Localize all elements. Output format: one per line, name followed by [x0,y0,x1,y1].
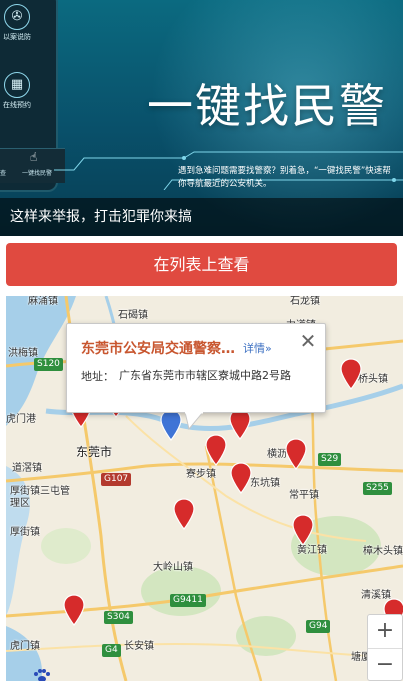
road-shield: G107 [101,473,132,486]
popup-tail [185,412,203,430]
place-label: 常平镇 [289,490,319,501]
popup-address: 广东省东莞市市辖区寮城中路2号路 [119,369,291,382]
place-label: 石碣镇 [118,310,148,321]
place-label: 洪梅镇 [8,348,38,359]
place-label: 桥头镇 [358,374,388,385]
banner-caption: 这样来举报，打击犯罪你来搞 [0,198,403,236]
film-reel-icon: ✇ [4,4,30,30]
popup-title[interactable]: 东莞市公安局交通警察… [81,338,235,358]
banner-description: 遇到急难问题需要找警察？别着急，“一键找民警”快速帮你导航最近的公安机关。 [178,166,391,189]
place-label: 虎门港 [6,414,36,425]
zoom-out-button[interactable]: − [368,648,402,681]
hand-tap-icon: ☝ [30,150,38,164]
map-view[interactable]: 麻涌镇 洪梅镇 石碣镇 石龙镇 虎门港 东莞市 道滘镇 厚街镇三屯管理区 厚街镇… [6,296,403,681]
zoom-control: + − [367,614,403,681]
location-pin-icon[interactable] [205,434,227,466]
phone-item-label: 在线预约 [3,101,31,109]
location-pin-icon[interactable] [292,514,314,546]
place-label: 厚街镇三屯管理区 [10,486,70,509]
bar-right-label: 一键找民警 [22,170,53,177]
road-shield: G94 [306,620,331,633]
place-label: 厚街镇 [10,527,40,538]
place-label: 虎门镇 [10,641,40,652]
place-label: 石龙镇 [290,296,320,307]
info-popup: 东莞市公安局交通警察… 详情» ✕ 地址： 广东省东莞市市辖区寮城中路2号路 [66,323,326,430]
phone-item-online-booking: ▦ 在线预约 [0,72,42,110]
view-in-list-button[interactable]: 在列表上查看 [6,243,397,286]
popup-detail-link[interactable]: 详情» [243,340,272,356]
promo-banner[interactable]: ✇ 以案说防 ▦ 在线预约 查 ☝ 一键找民警 一键找民警 遇到急难问题需要找警… [0,0,403,236]
banner-title: 一键找民警 [147,79,387,133]
location-pin-icon[interactable] [340,358,362,390]
road-shield: S304 [104,611,133,624]
baidu-paw-icon [34,669,50,681]
phone-item-label: 以案说防 [3,33,31,41]
location-pin-icon[interactable] [285,438,307,470]
place-label: 樟木头镇 [363,546,403,557]
road-shield: G4 [102,644,121,657]
phone-item-case-prevention: ✇ 以案说防 [0,4,42,42]
road-shield: S120 [34,358,63,371]
place-label: 东莞市 [76,445,113,459]
place-label: 麻涌镇 [28,296,58,307]
road-shield: G9411 [170,594,206,607]
place-label: 大岭山镇 [153,562,193,573]
location-pin-icon[interactable] [230,462,252,494]
place-label: 寮步镇 [186,469,216,480]
bar-left-label: 查 [0,170,7,177]
place-label: 长安镇 [124,641,154,652]
place-label: 东坑镇 [250,478,280,489]
close-icon[interactable]: ✕ [299,331,317,351]
road-shield: S29 [318,453,342,466]
location-pin-icon[interactable] [63,594,85,626]
zoom-in-button[interactable]: + [368,615,402,648]
location-pin-icon[interactable] [173,498,195,530]
road-shield: S255 [363,482,392,495]
place-label: 道滘镇 [12,463,42,474]
popup-address-label: 地址： [81,370,114,383]
selected-location-pin-icon[interactable] [160,409,182,441]
calendar-icon: ▦ [4,72,30,98]
